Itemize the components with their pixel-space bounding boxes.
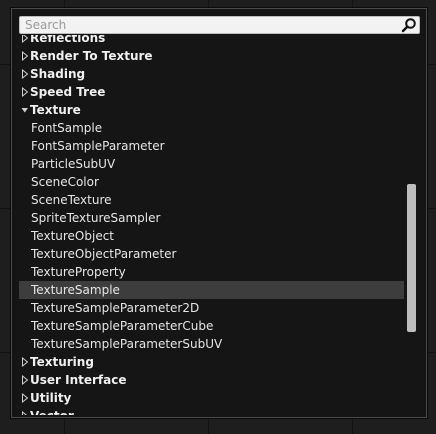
collapsed-arrow-icon[interactable] <box>21 65 29 83</box>
list-item[interactable]: ParticleSubUV <box>19 155 404 173</box>
category-row[interactable]: User Interface <box>19 371 404 389</box>
list-item[interactable]: TextureObject <box>19 227 404 245</box>
category-row[interactable]: Texturing <box>19 353 404 371</box>
category-row[interactable]: Utility <box>19 389 404 407</box>
item-label: TextureSampleParameterCube <box>31 319 214 333</box>
category-label: Reflections <box>30 35 106 45</box>
collapsed-arrow-icon[interactable] <box>21 371 29 389</box>
item-label: SceneColor <box>31 175 99 189</box>
list-item[interactable]: TextureSampleParameterSubUV <box>19 335 404 353</box>
category-label: Vector <box>30 407 74 415</box>
collapsed-arrow-icon[interactable] <box>21 83 29 101</box>
search-input[interactable] <box>20 17 400 33</box>
collapsed-arrow-icon[interactable] <box>21 35 29 47</box>
item-label: TextureSampleParameterSubUV <box>31 337 223 351</box>
list-item[interactable]: TextureSampleParameter2D <box>19 299 404 317</box>
item-label: TextureObjectParameter <box>31 247 177 261</box>
collapsed-arrow-icon[interactable] <box>21 389 29 407</box>
category-label: Render To Texture <box>30 49 153 63</box>
node-palette-popup: Reflections Render To Texture Shading Speed… <box>11 8 427 418</box>
list-item[interactable]: SpriteTextureSampler <box>19 209 404 227</box>
category-label: Shading <box>30 67 86 81</box>
collapsed-arrow-icon[interactable] <box>21 407 29 415</box>
item-label: TextureObject <box>31 229 115 243</box>
category-row[interactable]: Shading <box>19 65 404 83</box>
graph-canvas[interactable]: Reflections Render To Texture Shading Speed… <box>0 0 436 434</box>
item-label: SpriteTextureSampler <box>31 211 161 225</box>
list-item[interactable]: FontSample <box>19 119 404 137</box>
category-label: Utility <box>30 391 72 405</box>
expanded-arrow-icon[interactable] <box>21 101 29 119</box>
item-label: FontSampleParameter <box>31 139 165 153</box>
item-label: TextureSampleParameter2D <box>31 301 200 315</box>
list-item[interactable]: TextureSample <box>19 281 404 299</box>
list-item[interactable]: TextureObjectParameter <box>19 245 404 263</box>
search-icon[interactable] <box>401 17 417 33</box>
list-item[interactable]: TextureSampleParameterCube <box>19 317 404 335</box>
list-item[interactable]: TextureProperty <box>19 263 404 281</box>
collapsed-arrow-icon[interactable] <box>21 47 29 65</box>
item-label: SceneTexture <box>31 193 112 207</box>
category-row[interactable]: Vector <box>19 407 404 415</box>
category-row[interactable]: Render To Texture <box>19 47 404 65</box>
category-label: Speed Tree <box>30 85 106 99</box>
list-item[interactable]: SceneTexture <box>19 191 404 209</box>
item-label: TextureProperty <box>31 265 126 279</box>
item-label: FontSample <box>31 121 103 135</box>
action-list: Reflections Render To Texture Shading Speed… <box>19 35 404 415</box>
scrollbar-thumb[interactable] <box>407 184 416 332</box>
scrollbar[interactable] <box>404 35 420 415</box>
category-row[interactable]: Texture <box>19 101 404 119</box>
category-label: Texture <box>30 103 81 117</box>
list-item[interactable]: FontSampleParameter <box>19 137 404 155</box>
list-item[interactable]: SceneColor <box>19 173 404 191</box>
category-label: User Interface <box>30 373 127 387</box>
search-box[interactable] <box>19 16 420 34</box>
category-row[interactable]: Reflections <box>19 35 404 47</box>
category-row[interactable]: Speed Tree <box>19 83 404 101</box>
collapsed-arrow-icon[interactable] <box>21 353 29 371</box>
item-label: TextureSample <box>31 283 120 297</box>
category-label: Texturing <box>30 355 94 369</box>
item-label: ParticleSubUV <box>31 157 116 171</box>
